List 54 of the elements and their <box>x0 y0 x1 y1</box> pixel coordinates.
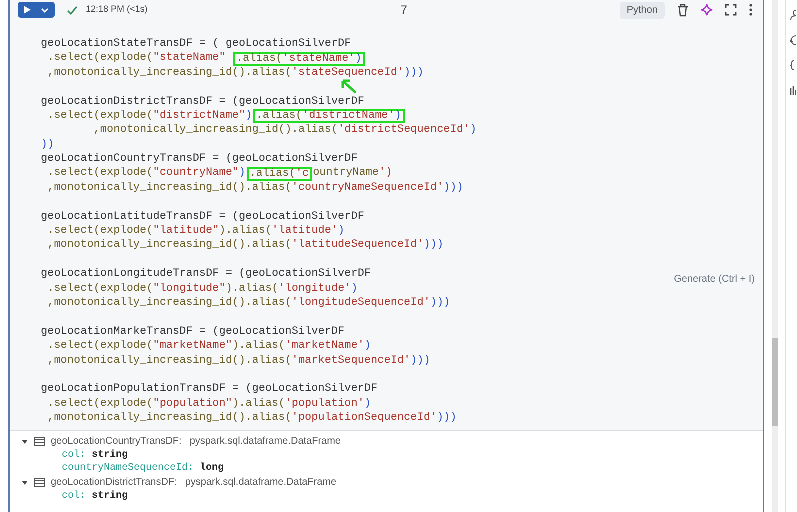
dataframe-name: geoLocationCountryTransDF: <box>51 435 182 449</box>
code-text: ,monotonically_increasing_id().alias('districtSequenceId') <box>92 123 477 138</box>
code-text: ,monotonically_increasing_id().alias('countryNameSequenceId'))) <box>46 180 464 196</box>
field-name: col: <box>62 490 86 504</box>
bar-chart-icon[interactable] <box>790 85 796 96</box>
code-text: ,monotonically_increasing_id().alias('marketSequenceId'))) <box>46 354 430 369</box>
code-text: geoLocationDistrictTransDF = (geoLocationSilverDF <box>41 94 364 110</box>
field-type: string <box>92 490 128 504</box>
more-options-icon[interactable] <box>749 4 753 16</box>
field-name: col: <box>62 448 86 462</box>
code-text: ,monotonically_increasing_id().alias('latitudeSequenceId'))) <box>46 238 444 254</box>
code-text: ountryName') <box>313 166 392 182</box>
generate-hint: Generate (Ctrl + I) <box>674 273 755 287</box>
highlighted-code: .alias('stateName') <box>233 52 365 66</box>
dataframe-type: pyspark.sql.dataframe.DataFrame <box>185 476 337 490</box>
field-type: string <box>92 448 128 462</box>
highlighted-code: .alias('c <box>246 166 312 181</box>
sparkle-icon[interactable] <box>701 4 713 16</box>
table-icon <box>34 478 45 487</box>
fullscreen-icon[interactable] <box>725 4 737 16</box>
field-type: long <box>200 462 224 476</box>
code-text: geoLocationLatitudeTransDF = (geoLocationSilverDF <box>41 210 364 225</box>
code-text: geoLocationStateTransDF = ( geoLocationSilverDF <box>41 36 352 52</box>
code-text: geoLocationPopulationTransDF = (geoLocationSilverDF <box>41 382 378 398</box>
dataframe-type: pyspark.sql.dataframe.DataFrame <box>190 435 341 449</box>
highlighted-code: .alias('districtName') <box>253 109 404 124</box>
cell-number: 7 <box>400 2 408 19</box>
code-text: geoLocationLongitudeTransDF = (geoLocationSilverDF <box>41 267 372 282</box>
caret-down-icon[interactable] <box>22 480 28 486</box>
code-text: .select(explode("countryName") <box>46 166 246 182</box>
code-text: ,monotonically_increasing_id().alias('longitudeSequenceId'))) <box>46 296 450 311</box>
chevron-down-icon <box>41 8 49 12</box>
caret-down-icon[interactable] <box>22 438 28 444</box>
code-text: .select(explode("districtName") <box>46 108 252 124</box>
code-text: )) <box>41 138 54 153</box>
scrollbar-thumb[interactable] <box>772 338 778 426</box>
field-name: countryNameSequenceId: <box>62 462 194 476</box>
code-text: ,monotonically_increasing_id().alias('populationSequenceId'))) <box>46 411 457 426</box>
code-text: .select(explode("population").alias('population') <box>46 396 372 412</box>
code-text: .select(explode("marketName").alias('marketName') <box>46 339 372 354</box>
table-icon <box>34 437 45 446</box>
run-button[interactable] <box>18 2 55 18</box>
run-time: 12:18 PM (<1s) <box>86 3 148 16</box>
dataframe-name: geoLocationDistrictTransDF: <box>51 476 178 490</box>
braces-icon[interactable] <box>790 60 796 71</box>
code-text: geoLocationMarkeTransDF = (geoLocationSilverDF <box>41 324 345 340</box>
language-button[interactable]: Python <box>620 2 665 18</box>
code-text: .select(explode("latitude").alias('latitude') <box>46 224 345 239</box>
trash-icon[interactable] <box>677 4 689 16</box>
code-text: ,monotonically_increasing_id().alias('stateSequenceId'))) <box>46 66 424 81</box>
play-icon <box>24 6 31 14</box>
code-text: geoLocationCountryTransDF = (geoLocationSilverDF <box>41 152 358 167</box>
code-text: .select(explode("stateName" <box>46 51 227 66</box>
code-text: .select(explode("longitude").alias('longitude') <box>46 282 358 297</box>
